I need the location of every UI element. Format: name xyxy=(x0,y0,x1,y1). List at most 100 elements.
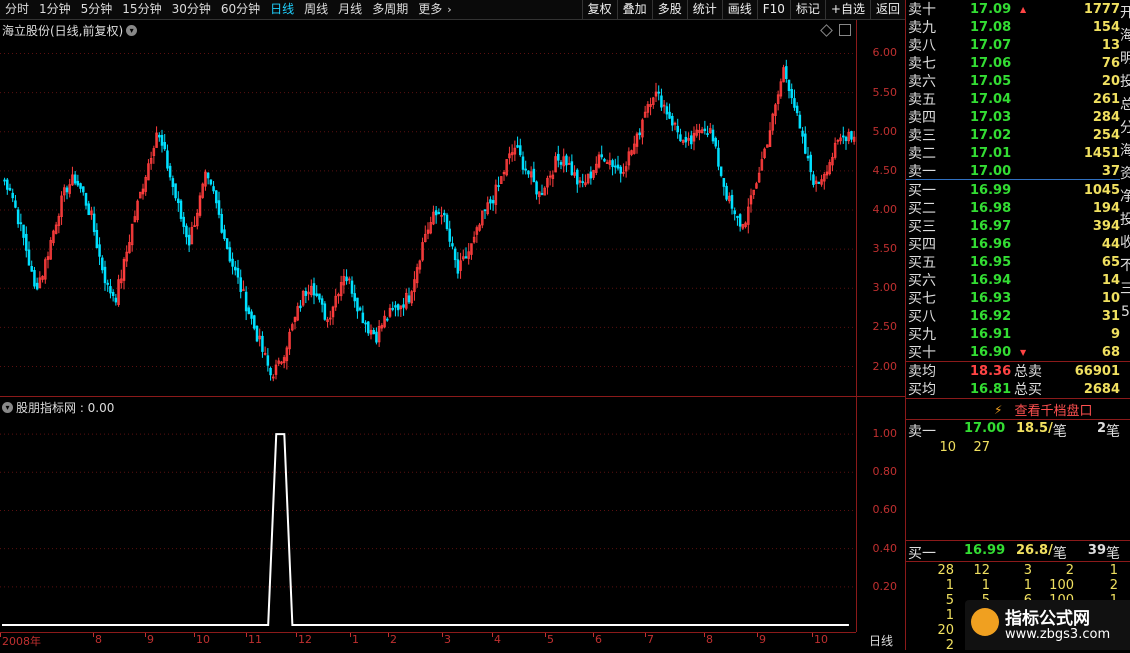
asks-volume: 261 xyxy=(1092,91,1120,107)
candle-body xyxy=(323,303,327,320)
indicator-tick: 0.20 xyxy=(872,579,898,593)
bids-price: 16.92 xyxy=(970,308,1012,324)
tab-period[interactable]: 月线 xyxy=(333,0,367,19)
axis-divider xyxy=(856,20,857,632)
tab-period[interactable]: 周线 xyxy=(299,0,333,19)
candle-body xyxy=(76,180,80,186)
candle-body xyxy=(521,156,525,170)
candle-body xyxy=(706,133,709,135)
candle-body xyxy=(250,311,253,319)
candle-body xyxy=(600,154,603,158)
tab-period[interactable]: 1分钟 xyxy=(34,0,76,19)
bids-row: 买七 16.93 10 xyxy=(906,289,1120,308)
candle-body xyxy=(182,216,185,227)
toolbar-button[interactable]: 统计 xyxy=(686,0,722,19)
candle-body xyxy=(557,153,560,161)
candle-body xyxy=(171,178,175,187)
indicator-tick: 0.60 xyxy=(872,503,898,517)
candle-body xyxy=(668,111,671,119)
candle-body xyxy=(391,308,394,310)
tab-period[interactable]: 更多 xyxy=(413,0,447,19)
tab-period[interactable]: 分时 xyxy=(0,0,34,19)
candle-body xyxy=(570,161,574,176)
bids-price: 16.93 xyxy=(970,290,1012,306)
toolbar-button[interactable]: +自选 xyxy=(824,0,870,19)
candle-body xyxy=(223,229,226,239)
tab-period[interactable]: 30分钟 xyxy=(167,0,216,19)
bids-price: 16.99 xyxy=(970,182,1012,198)
candle-body xyxy=(11,192,14,199)
edge-char: 不 xyxy=(1120,258,1130,274)
tick-mark xyxy=(296,633,297,637)
bids-volume: 194 xyxy=(1092,200,1120,216)
total-sell-value: 66901 xyxy=(1074,363,1120,379)
avg-sell-row: 卖均 18.36 总卖 66901 xyxy=(906,362,1120,381)
candle-body xyxy=(364,322,367,325)
candle-body xyxy=(402,304,405,308)
price-tick: 2.50 xyxy=(872,320,898,334)
candle-body xyxy=(372,329,375,335)
tab-period[interactable]: 5分钟 xyxy=(76,0,118,19)
tab-period[interactable]: 15分钟 xyxy=(117,0,166,19)
order-size: 1 xyxy=(945,608,954,623)
period-label[interactable]: 日线 xyxy=(858,632,904,650)
tick-mark xyxy=(350,633,351,637)
candle-body xyxy=(464,256,468,259)
indicator-chart xyxy=(0,433,855,626)
candle-body xyxy=(231,258,234,267)
main-chart-panel[interactable]: 海立股份(日线,前复权) ▾ 6.00 5.50 5.00 4.50 4.00 3.50 3… xyxy=(0,20,905,397)
order-size: 1 xyxy=(1109,563,1118,578)
tab-period[interactable]: 60分钟 xyxy=(216,0,265,19)
toolbar-button[interactable]: 复权 xyxy=(581,0,617,19)
bids-row: 买五 16.95 65 xyxy=(906,253,1120,272)
bids-label: 买二 xyxy=(908,201,936,217)
tab-period[interactable]: 日线 xyxy=(265,0,299,19)
toolbar-button[interactable]: 标记 xyxy=(789,0,825,19)
tab-period[interactable]: 多周期 xyxy=(367,0,413,19)
candle-body xyxy=(299,305,302,309)
edge-char: 收 xyxy=(1120,235,1130,251)
toolbar-button[interactable]: F10 xyxy=(756,0,790,19)
candle-body xyxy=(345,276,348,282)
order-size: 27 xyxy=(973,440,990,455)
toolbar-button[interactable]: 多股 xyxy=(651,0,687,19)
chevron-right-icon[interactable]: › xyxy=(447,3,451,16)
asks-row: 卖六 17.05 20 xyxy=(906,72,1120,91)
edge-char: 资 xyxy=(1120,166,1130,182)
divider xyxy=(906,540,1130,541)
candle-body xyxy=(187,234,191,246)
bids-label: 买四 xyxy=(908,237,936,253)
candle-body xyxy=(806,155,810,159)
date-tick: 5 xyxy=(547,633,554,646)
candle-body xyxy=(168,165,172,178)
candle-body xyxy=(396,304,400,311)
candle-body xyxy=(679,134,682,142)
candle-body xyxy=(356,297,359,312)
thousand-depth-button[interactable]: ⚡ 查看千档盘口 xyxy=(994,400,1092,420)
candle-body xyxy=(798,114,802,129)
asks-price: 17.07 xyxy=(970,37,1012,53)
indicator-panel[interactable]: ▾ 股朋指标网 : 0.00 1.00 0.80 0.60 0.40 0.20 xyxy=(0,397,905,630)
order-size: 5 xyxy=(945,593,954,608)
toolbar-button[interactable]: 画线 xyxy=(721,0,757,19)
candle-body xyxy=(160,134,164,146)
order-size: 1 xyxy=(981,578,990,593)
sell-queue-avg: 18.5/ xyxy=(1016,421,1053,436)
price-tick: 6.00 xyxy=(872,46,898,60)
candle-body xyxy=(793,98,796,108)
toolbar-button[interactable]: 返回 xyxy=(869,0,905,19)
candle-body xyxy=(730,194,734,209)
bids-price: 16.95 xyxy=(970,254,1012,270)
bids-volume: 31 xyxy=(1101,308,1120,324)
toolbar: 分时 1分钟 5分钟 15分钟 30分钟 60分钟 日线 周线 月线 多周期 更多 › 复权 叠加 多股… xyxy=(0,0,905,20)
candle-body xyxy=(14,200,17,208)
candle-body xyxy=(445,214,449,229)
asks-label: 卖七 xyxy=(908,56,936,72)
candle-body xyxy=(212,186,215,192)
date-tick: 2008年 xyxy=(2,635,41,648)
candle-body xyxy=(16,209,20,225)
edge-char: 净 xyxy=(1120,189,1130,205)
toolbar-button[interactable]: 叠加 xyxy=(616,0,652,19)
asks-row: 卖七 17.06 76 xyxy=(906,54,1120,73)
tick-mark xyxy=(246,633,247,637)
